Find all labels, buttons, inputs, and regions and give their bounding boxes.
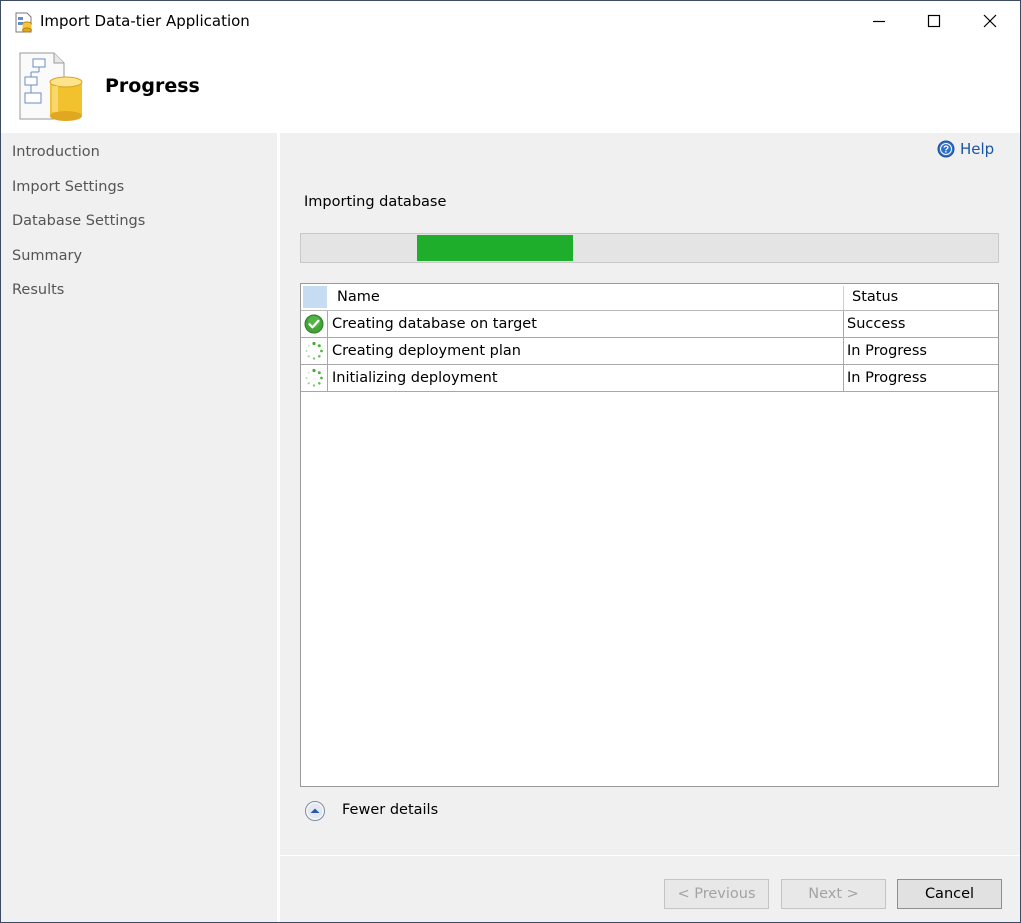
in-progress-spinner-icon [305,368,323,387]
help-icon: ? [937,140,955,158]
sidebar-item-results[interactable]: Results [12,282,64,298]
row-status: In Progress [847,343,927,359]
maximize-icon [927,14,941,28]
cancel-button[interactable]: Cancel [897,879,1002,909]
row-name: Creating database on target [332,316,537,332]
app-icon [15,12,32,33]
sidebar-item-import-settings[interactable]: Import Settings [12,179,124,195]
in-progress-spinner-icon [305,341,323,360]
success-check-icon [304,314,324,334]
progress-table: Name Status Creating database on target … [300,283,999,787]
table-row[interactable]: Initializing deployment In Progress [301,365,998,392]
table-row[interactable]: Creating deployment plan In Progress [301,338,998,365]
table-row[interactable]: Creating database on target Success [301,311,998,338]
main-panel: ? Help Importing database Name Status Cr… [280,133,1020,922]
minimize-button[interactable] [856,5,902,37]
import-data-tier-dialog: Import Data-tier Application Progress In… [0,0,1021,923]
column-header-name[interactable]: Name [337,289,380,305]
close-button[interactable] [967,5,1013,37]
database-import-icon [19,52,83,121]
help-label: Help [960,140,995,158]
sidebar-item-introduction[interactable]: Introduction [12,144,100,160]
page-header: Progress [1,41,1020,133]
row-status: Success [847,316,906,332]
next-button[interactable]: Next > [781,879,886,909]
fewer-details-label: Fewer details [342,802,439,818]
row-status: In Progress [847,370,927,386]
column-header-status[interactable]: Status [852,289,898,305]
table-header: Name Status [301,284,998,311]
previous-button[interactable]: < Previous [664,879,769,909]
close-icon [983,14,997,28]
row-name: Initializing deployment [332,370,498,386]
help-link[interactable]: ? Help [937,138,994,160]
window-title: Import Data-tier Application [40,12,250,30]
wizard-steps-sidebar: Introduction Import Settings Database Se… [1,133,279,922]
page-title: Progress [105,75,200,97]
sidebar-item-summary[interactable]: Summary [12,248,82,264]
footer-divider [280,855,1020,856]
status-text: Importing database [304,194,447,210]
table-corner-cell [303,286,327,308]
fewer-details-toggle[interactable]: Fewer details [304,798,438,824]
sidebar-item-database-settings[interactable]: Database Settings [12,213,145,229]
chevron-up-circle-icon [305,801,325,821]
title-bar: Import Data-tier Application [1,1,1020,41]
minimize-icon [873,20,885,23]
row-name: Creating deployment plan [332,343,521,359]
maximize-button[interactable] [911,5,957,37]
progress-bar [300,233,999,263]
progress-bar-fill [417,235,573,261]
svg-text:?: ? [943,145,949,156]
